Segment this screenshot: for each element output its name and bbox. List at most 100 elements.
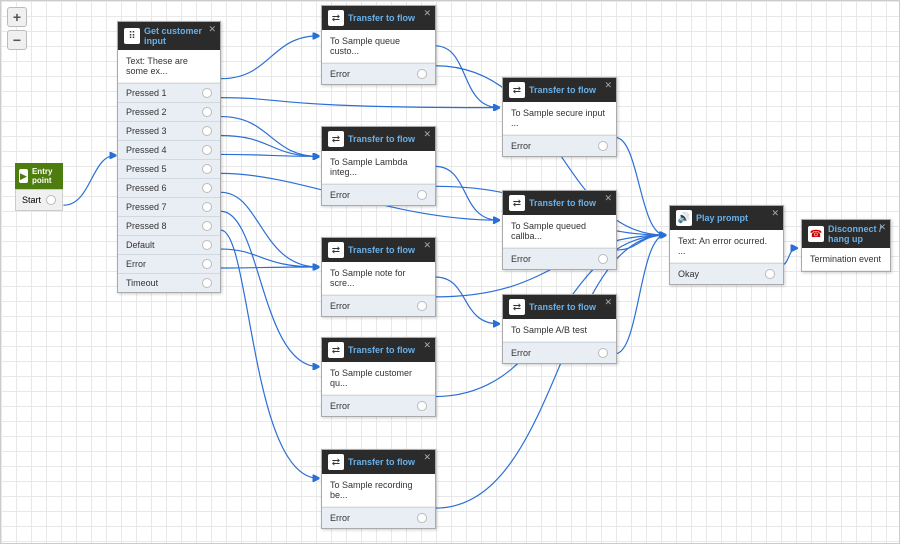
- close-icon[interactable]: ✕: [878, 222, 886, 233]
- gci-port-2[interactable]: Pressed 3: [118, 121, 220, 140]
- close-icon[interactable]: ✕: [208, 24, 216, 35]
- node-body: To Sample Lambda integ...: [322, 151, 435, 184]
- port-dot-icon: [202, 183, 212, 193]
- node-body: To Sample recording be...: [322, 474, 435, 507]
- entry-start-port[interactable]: Start: [15, 189, 63, 211]
- flow-canvas[interactable]: + − ▶ Entry point Start ⠿ Get customer i…: [0, 0, 900, 544]
- port-label: Error: [330, 513, 350, 523]
- node-header[interactable]: ⠿ Get customer input ✕: [118, 22, 220, 50]
- error-port[interactable]: Error: [322, 507, 435, 528]
- node-header[interactable]: ☎ Disconnect / hang up ✕: [802, 220, 890, 248]
- okay-port[interactable]: Okay: [670, 263, 783, 284]
- node-header[interactable]: ⇄ Transfer to flow ✕: [322, 6, 435, 30]
- play-prompt-node[interactable]: 🔊 Play prompt ✕ Text: An error ocurred. …: [669, 205, 784, 285]
- node-header[interactable]: ⇄ Transfer to flow ✕: [503, 295, 616, 319]
- close-icon[interactable]: ✕: [423, 452, 431, 463]
- gci-port-6[interactable]: Pressed 7: [118, 197, 220, 216]
- close-icon[interactable]: ✕: [423, 129, 431, 140]
- port-label: Default: [126, 240, 155, 250]
- port-label: Error: [511, 348, 531, 358]
- port-label: Pressed 1: [126, 88, 167, 98]
- port-label: Error: [511, 141, 531, 151]
- speaker-icon: 🔊: [676, 210, 692, 226]
- port-label: Pressed 7: [126, 202, 167, 212]
- port-dot-icon: [202, 145, 212, 155]
- node-header[interactable]: ⇄ Transfer to flow ✕: [503, 78, 616, 102]
- zoom-in-button[interactable]: +: [7, 7, 27, 27]
- port-label: Error: [330, 301, 350, 311]
- port-dot-icon: [46, 195, 56, 205]
- close-icon[interactable]: ✕: [771, 208, 779, 219]
- node-title: Transfer to flow: [348, 245, 429, 255]
- transfer-icon: ⇄: [328, 131, 344, 147]
- entry-header: ▶ Entry point: [15, 163, 63, 189]
- node-title: Transfer to flow: [529, 85, 610, 95]
- port-dot-icon: [417, 69, 427, 79]
- zoom-out-button[interactable]: −: [7, 30, 27, 50]
- gci-port-4[interactable]: Pressed 5: [118, 159, 220, 178]
- error-port[interactable]: Error: [322, 395, 435, 416]
- transfer-flow-node-7[interactable]: ⇄ Transfer to flow ✕ To Sample queued ca…: [502, 190, 617, 270]
- close-icon[interactable]: ✕: [604, 193, 612, 204]
- gci-port-7[interactable]: Pressed 8: [118, 216, 220, 235]
- node-body: To Sample A/B test: [503, 319, 616, 342]
- port-label: Pressed 4: [126, 145, 167, 155]
- port-dot-icon: [765, 269, 775, 279]
- transfer-flow-node-6[interactable]: ⇄ Transfer to flow ✕ To Sample secure in…: [502, 77, 617, 157]
- gci-port-10[interactable]: Timeout: [118, 273, 220, 292]
- node-body: To Sample customer qu...: [322, 362, 435, 395]
- port-dot-icon: [417, 513, 427, 523]
- port-dot-icon: [202, 202, 212, 212]
- port-dot-icon: [202, 278, 212, 288]
- close-icon[interactable]: ✕: [423, 340, 431, 351]
- node-header[interactable]: ⇄ Transfer to flow ✕: [322, 338, 435, 362]
- error-port[interactable]: Error: [322, 63, 435, 84]
- gci-port-1[interactable]: Pressed 2: [118, 102, 220, 121]
- error-port[interactable]: Error: [322, 184, 435, 205]
- transfer-icon: ⇄: [328, 242, 344, 258]
- node-body: To Sample queue custo...: [322, 30, 435, 63]
- transfer-icon: ⇄: [509, 82, 525, 98]
- node-title: Get customer input: [144, 26, 214, 46]
- transfer-flow-node-5[interactable]: ⇄ Transfer to flow ✕ To Sample recording…: [321, 449, 436, 529]
- port-label: Error: [511, 254, 531, 264]
- node-header[interactable]: ⇄ Transfer to flow ✕: [322, 450, 435, 474]
- error-port[interactable]: Error: [322, 295, 435, 316]
- transfer-flow-node-1[interactable]: ⇄ Transfer to flow ✕ To Sample queue cus…: [321, 5, 436, 85]
- node-title: Transfer to flow: [529, 198, 610, 208]
- port-label: Error: [330, 401, 350, 411]
- gci-port-5[interactable]: Pressed 6: [118, 178, 220, 197]
- transfer-flow-node-8[interactable]: ⇄ Transfer to flow ✕ To Sample A/B test …: [502, 294, 617, 364]
- port-dot-icon: [598, 348, 608, 358]
- gci-port-8[interactable]: Default: [118, 235, 220, 254]
- people-icon: ⠿: [124, 28, 140, 44]
- transfer-icon: ⇄: [509, 195, 525, 211]
- transfer-flow-node-4[interactable]: ⇄ Transfer to flow ✕ To Sample customer …: [321, 337, 436, 417]
- gci-port-3[interactable]: Pressed 4: [118, 140, 220, 159]
- node-header[interactable]: ⇄ Transfer to flow ✕: [322, 238, 435, 262]
- gci-port-9[interactable]: Error: [118, 254, 220, 273]
- port-dot-icon: [202, 221, 212, 231]
- port-dot-icon: [202, 164, 212, 174]
- port-label: Error: [126, 259, 146, 269]
- close-icon[interactable]: ✕: [604, 297, 612, 308]
- port-dot-icon: [417, 301, 427, 311]
- close-icon[interactable]: ✕: [423, 240, 431, 251]
- close-icon[interactable]: ✕: [423, 8, 431, 19]
- node-header[interactable]: ⇄ Transfer to flow ✕: [503, 191, 616, 215]
- node-header[interactable]: ⇄ Transfer to flow ✕: [322, 127, 435, 151]
- transfer-flow-node-2[interactable]: ⇄ Transfer to flow ✕ To Sample Lambda in…: [321, 126, 436, 206]
- error-port[interactable]: Error: [503, 135, 616, 156]
- gci-port-0[interactable]: Pressed 1: [118, 83, 220, 102]
- node-title: Transfer to flow: [348, 345, 429, 355]
- entry-point-node[interactable]: ▶ Entry point Start: [15, 163, 63, 211]
- node-body: To Sample queued callba...: [503, 215, 616, 248]
- error-port[interactable]: Error: [503, 248, 616, 269]
- disconnect-node[interactable]: ☎ Disconnect / hang up ✕ Termination eve…: [801, 219, 891, 272]
- error-port[interactable]: Error: [503, 342, 616, 363]
- node-header[interactable]: 🔊 Play prompt ✕: [670, 206, 783, 230]
- hangup-icon: ☎: [808, 226, 824, 242]
- close-icon[interactable]: ✕: [604, 80, 612, 91]
- transfer-flow-node-3[interactable]: ⇄ Transfer to flow ✕ To Sample note for …: [321, 237, 436, 317]
- get-customer-input-node[interactable]: ⠿ Get customer input ✕ Text: These are s…: [117, 21, 221, 293]
